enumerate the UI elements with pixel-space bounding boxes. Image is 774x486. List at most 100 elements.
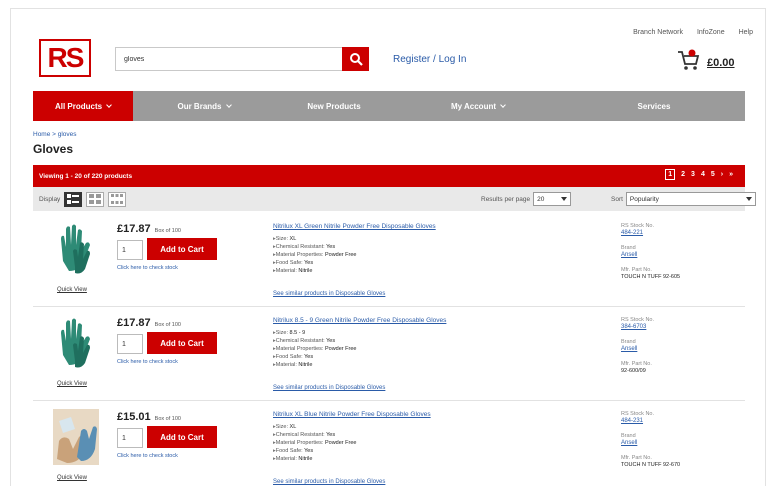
search-icon: [349, 53, 363, 66]
stock-no-link[interactable]: 384-6703: [621, 324, 741, 331]
similar-products-link[interactable]: See similar products in Disposable Glove…: [273, 385, 385, 391]
search-input[interactable]: [124, 55, 369, 63]
sort-select[interactable]: Popularity: [625, 192, 756, 206]
display-label: Display: [39, 195, 61, 203]
list-view-icon: [67, 194, 80, 204]
spec-value: Yes: [304, 354, 314, 360]
nav-my-account[interactable]: My Account: [393, 91, 563, 121]
spec-key: Size:: [275, 330, 288, 336]
product-specs: Size: XL Chemical Resistant: Yes Materia…: [273, 423, 357, 463]
sort-value: Popularity: [629, 195, 659, 203]
results-per-page-label: Results per page: [481, 195, 531, 203]
chevron-down-icon: [225, 101, 232, 108]
spec-item: Food Safe: Yes: [273, 259, 356, 267]
mfr-label: Mfr. Part No.: [621, 455, 652, 461]
add-to-cart-button[interactable]: Add to Cart: [147, 426, 217, 448]
breadcrumb[interactable]: Home > gloves: [33, 131, 77, 138]
stock-no-link[interactable]: 484-231: [621, 418, 741, 425]
spec-item: Material Properties: Powder Free: [273, 345, 357, 353]
spec-value: Nitrile: [298, 456, 313, 462]
stock-no-link[interactable]: 484-221: [621, 230, 741, 237]
nav-our-brands[interactable]: Our Brands: [133, 91, 275, 121]
grid-view-icon: [89, 194, 102, 204]
spec-item: Chemical Resistant: Yes: [273, 431, 356, 439]
nav-label: All Products: [54, 101, 103, 111]
spec-item: Material Properties: Powder Free: [273, 251, 357, 259]
nav-label: Our Brands: [177, 101, 222, 111]
brand-link[interactable]: Ansell: [621, 252, 741, 259]
quantity-input[interactable]: 1: [117, 334, 143, 354]
page-title: Gloves: [33, 142, 74, 156]
brand-label: Brand: [621, 339, 636, 345]
top-link-infozone[interactable]: InfoZone: [697, 29, 725, 36]
top-link-help[interactable]: Help: [739, 29, 753, 36]
page-5[interactable]: 5: [711, 171, 715, 178]
product-specs: Size: 8.5 - 9 Chemical Resistant: Yes Ma…: [273, 329, 357, 369]
table-view-button[interactable]: [108, 191, 127, 207]
list-view-button[interactable]: [64, 191, 83, 207]
spec-key: Material:: [275, 362, 297, 368]
search-box: [115, 47, 369, 71]
quick-view-link[interactable]: Quick View: [57, 287, 87, 293]
nav-all-products[interactable]: All Products: [33, 91, 133, 121]
brand-link[interactable]: Ansell: [621, 346, 741, 353]
sort-control: Sort Popularity: [611, 192, 756, 206]
green-glove-image[interactable]: [53, 221, 99, 277]
search-button[interactable]: [342, 47, 369, 71]
spec-item: Size: XL: [273, 235, 356, 243]
check-stock-link[interactable]: Click here to check stock: [117, 453, 178, 459]
product-name-link[interactable]: Nitrilux XL Green Nitrile Powder Free Di…: [273, 223, 436, 230]
page-3[interactable]: 3: [691, 171, 695, 178]
cart[interactable]: £0.00: [677, 49, 735, 71]
spec-key: Material Properties:: [275, 252, 324, 258]
check-stock-link[interactable]: Click here to check stock: [117, 359, 178, 365]
top-link-branch-network[interactable]: Branch Network: [633, 29, 683, 36]
similar-products-link[interactable]: See similar products in Disposable Glove…: [273, 479, 385, 485]
nav-new-products[interactable]: New Products: [275, 91, 393, 121]
quick-view-link[interactable]: Quick View: [57, 475, 87, 481]
spec-value: XL: [289, 236, 297, 242]
product-meta: RS Stock No. 384-6703 Brand Ansell Mfr. …: [621, 317, 741, 375]
page-4[interactable]: 4: [701, 171, 705, 178]
mfr-part-no: TOUCH N TUFF 92-605: [621, 274, 681, 280]
check-stock-link[interactable]: Click here to check stock: [117, 265, 178, 271]
add-to-cart-button[interactable]: Add to Cart: [147, 332, 217, 354]
spec-value: Powder Free: [324, 346, 357, 352]
chevron-down-icon: [500, 101, 506, 108]
page-2[interactable]: 2: [681, 171, 685, 178]
grid-view-button[interactable]: [86, 191, 105, 207]
next-page-button[interactable]: ›: [721, 171, 723, 178]
results-per-page-select[interactable]: 20: [533, 192, 572, 206]
product-name-link[interactable]: Nitrilux XL Blue Nitrile Powder Free Dis…: [273, 411, 431, 418]
spec-value: Nitrile: [298, 268, 313, 274]
product-row: Quick View £15.01 Box of 100 1 Add to Car…: [33, 401, 745, 486]
nav-services[interactable]: Services: [563, 91, 745, 121]
page-1[interactable]: 1: [665, 169, 676, 180]
green-glove-image[interactable]: [53, 315, 99, 371]
quantity-input[interactable]: 1: [117, 428, 143, 448]
price-value: £17.87: [117, 317, 151, 329]
product-row: Quick View £17.87 Box of 100 1 Add to Car…: [33, 213, 745, 307]
last-page-button[interactable]: »: [729, 171, 733, 178]
results-toolbar: Display Results per page 20 Sort Popular…: [33, 187, 756, 211]
quick-view-link[interactable]: Quick View: [57, 381, 87, 387]
cart-total[interactable]: £0.00: [707, 57, 735, 69]
brand-link[interactable]: Ansell: [621, 440, 741, 447]
spec-key: Food Safe:: [275, 260, 303, 266]
spec-key: Food Safe:: [275, 354, 303, 360]
register-login-link[interactable]: Register / Log In: [393, 54, 466, 65]
dropdown-arrow-icon: [745, 197, 752, 201]
product-price: £15.01 Box of 100: [117, 411, 181, 423]
add-to-cart-button[interactable]: Add to Cart: [147, 238, 217, 260]
cart-icon: [678, 49, 700, 70]
spec-item: Material: Nitrile: [273, 455, 356, 463]
blue-glove-image[interactable]: [53, 409, 99, 465]
similar-products-link[interactable]: See similar products in Disposable Glove…: [273, 291, 385, 297]
spec-value: Yes: [326, 244, 336, 250]
product-name-link[interactable]: Nitrilux 8.5 - 9 Green Nitrile Powder Fr…: [273, 317, 446, 324]
pagination: 1 2 3 4 5 › »: [665, 169, 733, 180]
rs-logo[interactable]: RS: [39, 39, 91, 77]
dropdown-arrow-icon: [561, 197, 568, 201]
quantity-input[interactable]: 1: [117, 240, 143, 260]
spec-value: Nitrile: [298, 362, 313, 368]
